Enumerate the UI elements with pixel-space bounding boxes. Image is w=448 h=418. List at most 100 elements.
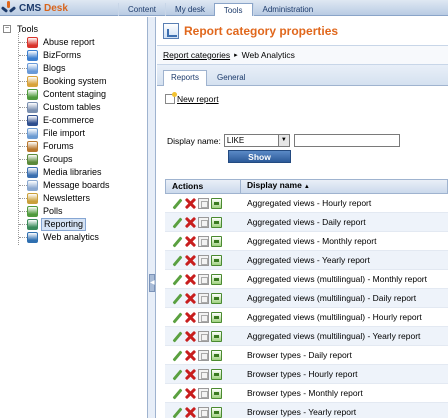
clone-icon[interactable]	[198, 311, 209, 323]
table-row: Aggregated views (multilingual) - Monthl…	[165, 270, 448, 289]
panel-splitter[interactable]: ◀	[148, 17, 156, 418]
show-button[interactable]: Show	[228, 150, 291, 163]
tree-item-file-import[interactable]: File import	[13, 127, 112, 140]
clone-icon[interactable]	[198, 235, 209, 247]
delete-icon[interactable]	[185, 198, 196, 209]
edit-icon[interactable]	[172, 274, 183, 285]
display-name-cell: Aggregated views (multilingual) - Yearly…	[247, 331, 421, 341]
message-boards-icon	[27, 180, 38, 191]
tree-item-abuse-report[interactable]: Abuse report	[13, 36, 112, 49]
display-name-cell: Aggregated views (multilingual) - Daily …	[247, 293, 417, 303]
tree-root-tools[interactable]: − Tools	[3, 24, 38, 34]
tree-item-newsletters[interactable]: Newsletters	[13, 192, 112, 205]
filter-operator-select[interactable]: LIKE ▼	[223, 134, 290, 147]
view-icon[interactable]	[211, 349, 222, 361]
delete-icon[interactable]	[185, 388, 196, 399]
view-icon[interactable]	[211, 406, 222, 418]
edit-icon[interactable]	[172, 350, 183, 361]
clone-icon[interactable]	[198, 197, 209, 209]
edit-icon[interactable]	[172, 407, 183, 418]
clone-icon[interactable]	[198, 273, 209, 285]
delete-icon[interactable]	[185, 350, 196, 361]
clone-icon[interactable]	[198, 330, 209, 342]
edit-icon[interactable]	[172, 312, 183, 323]
tree-item-message-boards[interactable]: Message boards	[13, 179, 112, 192]
tree-item-e-commerce[interactable]: E-commerce	[13, 114, 112, 127]
tree-item-forums[interactable]: Forums	[13, 140, 112, 153]
view-icon[interactable]	[211, 368, 222, 380]
table-row: Aggregated views - Hourly report	[165, 194, 448, 213]
view-icon[interactable]	[211, 292, 222, 304]
edit-icon[interactable]	[172, 331, 183, 342]
delete-icon[interactable]	[185, 331, 196, 342]
view-icon[interactable]	[211, 311, 222, 323]
main-content: Report category properties Report catego…	[157, 17, 448, 418]
tab-my-desk[interactable]: My desk	[165, 3, 214, 16]
view-icon[interactable]	[211, 235, 222, 247]
breadcrumb-report-categories[interactable]: Report categories	[163, 50, 230, 60]
tree-item-polls[interactable]: Polls	[13, 205, 112, 218]
collapse-panel-icon[interactable]: ◀	[149, 274, 155, 292]
clone-icon[interactable]	[198, 349, 209, 361]
clone-icon[interactable]	[198, 387, 209, 399]
tree-item-custom-tables[interactable]: Custom tables	[13, 101, 112, 114]
tree-item-groups[interactable]: Groups	[13, 153, 112, 166]
display-name-cell: Aggregated views - Monthly report	[247, 236, 377, 246]
delete-icon[interactable]	[185, 217, 196, 228]
title-bar: Report category properties	[157, 17, 448, 45]
delete-icon[interactable]	[185, 312, 196, 323]
tab-reports[interactable]: Reports	[163, 70, 208, 86]
column-header-display-name[interactable]: Display name ▲	[241, 179, 310, 194]
filter-panel: Display name: LIKE ▼ Show	[167, 134, 400, 163]
tree-item-web-analytics[interactable]: Web analytics	[13, 231, 112, 244]
delete-icon[interactable]	[185, 255, 196, 266]
clone-icon[interactable]	[198, 254, 209, 266]
edit-icon[interactable]	[172, 198, 183, 209]
view-icon[interactable]	[211, 216, 222, 228]
groups-icon	[27, 154, 38, 165]
view-icon[interactable]	[211, 197, 222, 209]
edit-icon[interactable]	[172, 388, 183, 399]
delete-icon[interactable]	[185, 407, 196, 418]
collapse-toggle-icon[interactable]: −	[3, 25, 11, 33]
row-actions	[165, 406, 240, 418]
dropdown-arrow-icon[interactable]: ▼	[277, 135, 289, 146]
delete-icon[interactable]	[185, 369, 196, 380]
reports-grid: Actions Display name ▲ Aggregated views -…	[165, 179, 448, 418]
edit-icon[interactable]	[172, 236, 183, 247]
view-icon[interactable]	[211, 273, 222, 285]
edit-icon[interactable]	[172, 293, 183, 304]
delete-icon[interactable]	[185, 236, 196, 247]
view-icon[interactable]	[211, 387, 222, 399]
delete-icon[interactable]	[185, 274, 196, 285]
clone-icon[interactable]	[198, 292, 209, 304]
table-row: Aggregated views - Yearly report	[165, 251, 448, 270]
delete-icon[interactable]	[185, 293, 196, 304]
edit-icon[interactable]	[172, 217, 183, 228]
display-name-cell: Aggregated views (multilingual) - Hourly…	[247, 312, 422, 322]
clone-icon[interactable]	[198, 368, 209, 380]
tree-item-blogs[interactable]: Blogs	[13, 62, 112, 75]
tab-administration[interactable]: Administration	[252, 3, 323, 16]
tree-item-booking-system[interactable]: Booking system	[13, 75, 112, 88]
clone-icon[interactable]	[198, 216, 209, 228]
new-report-icon[interactable]	[165, 92, 177, 104]
new-report-link[interactable]: New report	[177, 94, 219, 104]
tab-tools[interactable]: Tools	[213, 3, 253, 16]
edit-icon[interactable]	[172, 255, 183, 266]
tree-items: Abuse report BizForms Blogs Booking system C…	[13, 32, 112, 245]
tree-item-label: File import	[43, 128, 86, 138]
tree-item-bizforms[interactable]: BizForms	[13, 49, 112, 62]
view-icon[interactable]	[211, 254, 222, 266]
abuse-report-icon	[27, 37, 38, 48]
display-name-filter-input[interactable]	[293, 134, 400, 147]
tree-item-media-libraries[interactable]: Media libraries	[13, 166, 112, 179]
clone-icon[interactable]	[198, 406, 209, 418]
tab-content[interactable]: Content	[118, 3, 165, 16]
tree-item-reporting[interactable]: Reporting	[13, 218, 112, 231]
tab-general[interactable]: General	[209, 70, 253, 85]
breadcrumb-current: Web Analytics	[241, 50, 295, 60]
view-icon[interactable]	[211, 330, 222, 342]
tree-item-content-staging[interactable]: Content staging	[13, 88, 112, 101]
edit-icon[interactable]	[172, 369, 183, 380]
